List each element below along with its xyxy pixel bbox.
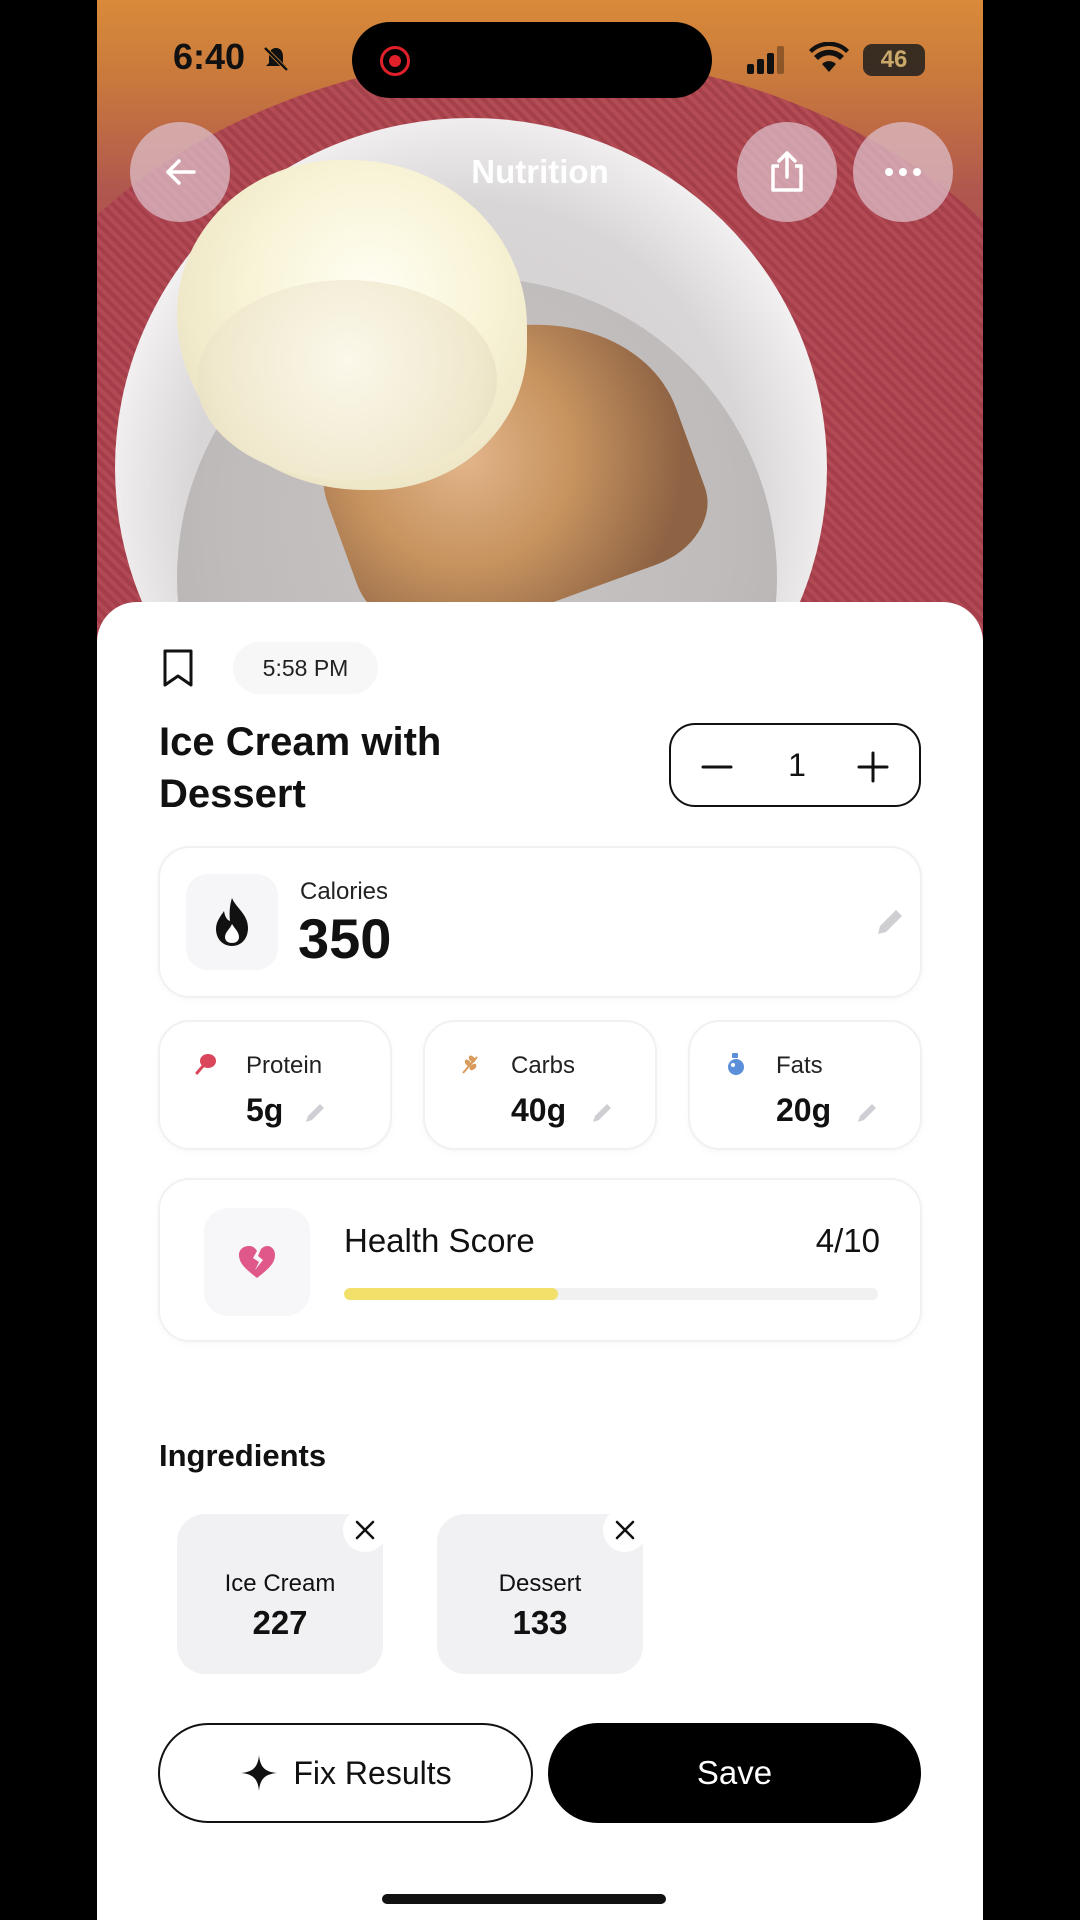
health-score-fill [344,1288,558,1300]
phone-screen: 6:40 46 Nutrition 5:58 PM Ice Cream with… [97,0,983,1920]
close-icon [355,1520,375,1540]
carbs-card: Carbs 40g [423,1020,657,1150]
remove-ingredient-button[interactable] [343,1508,387,1552]
signal-icon [747,46,784,74]
status-time: 6:40 [173,36,246,77]
heart-icon-tile [204,1208,310,1316]
carbs-value: 40g [511,1092,567,1128]
ingredient-name: Ice Cream [224,1570,336,1597]
remove-ingredient-button[interactable] [603,1508,647,1552]
page-title: Nutrition [471,153,609,190]
close-icon [615,1520,635,1540]
status-bar: 6:40 46 [97,0,983,120]
minus-button[interactable] [689,739,745,795]
ingredients-heading: Ingredients [159,1438,327,1473]
save-button[interactable]: Save [548,1723,921,1823]
protein-label: Protein [246,1052,323,1079]
serving-stepper: 1 [669,723,921,807]
ingredient-card[interactable]: Ice Cream 227 [177,1508,387,1674]
pencil-icon[interactable] [872,906,906,940]
pencil-icon[interactable] [854,1100,880,1126]
flame-icon-tile [186,874,278,970]
drumstick-icon [195,1054,216,1075]
health-score-value: 4/10 [815,1222,880,1259]
plus-button[interactable] [845,739,901,795]
sparkle-icon [241,1755,278,1791]
wifi-icon [809,42,849,72]
protein-card: Protein 5g [158,1020,392,1150]
calories-label: Calories [300,878,389,905]
fix-results-button[interactable]: Fix Results [158,1723,533,1823]
wheat-icon [462,1055,478,1074]
ingredient-calories: 133 [512,1604,568,1641]
bell-muted-icon [263,46,289,72]
oil-drop-icon [728,1053,744,1075]
bookmark-icon[interactable] [161,648,195,688]
fats-card: Fats 20g [688,1020,922,1150]
recording-icon [380,46,410,76]
serving-count: 1 [788,747,806,783]
calories-value: 350 [298,907,392,970]
home-indicator [382,1894,666,1904]
nutrition-sheet: 5:58 PM Ice Cream with Dessert 1 Calorie… [97,602,983,1920]
battery-icon: 46 [863,44,925,76]
ingredient-calories: 227 [252,1604,308,1641]
ingredient-card[interactable]: Dessert 133 [437,1508,647,1674]
health-score-label: Health Score [344,1222,535,1259]
protein-value: 5g [246,1092,284,1128]
fats-value: 20g [776,1092,832,1128]
ingredient-name: Dessert [498,1570,582,1597]
dynamic-island [352,22,712,98]
fats-label: Fats [776,1052,823,1079]
carbs-label: Carbs [511,1052,576,1079]
ellipsis-icon [885,168,921,176]
time-chip: 5:58 PM [233,642,378,694]
pencil-icon[interactable] [302,1100,328,1126]
ice-cream-lower-image [197,280,497,480]
calories-card: Calories 350 [158,846,922,998]
fix-results-label: Fix Results [293,1754,452,1791]
broken-heart-icon [239,1246,275,1278]
health-score-card: Health Score 4/10 [158,1178,922,1342]
share-button[interactable] [737,122,837,222]
more-button[interactable] [853,122,953,222]
food-title: Ice Cream with Dessert [159,720,442,816]
health-score-bar [344,1288,878,1300]
flame-icon [216,898,248,946]
share-icon [771,151,803,192]
pencil-icon[interactable] [589,1100,615,1126]
